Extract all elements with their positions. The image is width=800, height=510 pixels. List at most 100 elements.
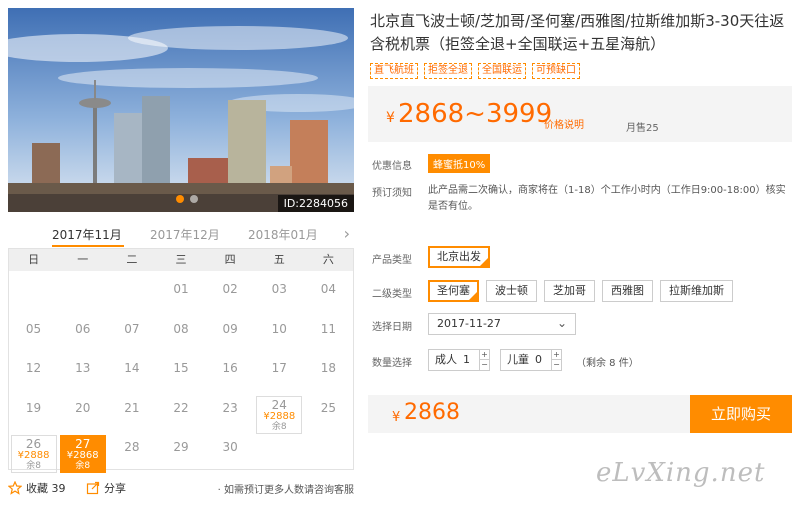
subtype-option-seattle[interactable]: 西雅图 <box>602 280 653 302</box>
child-increment-button[interactable]: + <box>552 350 561 360</box>
month-tab-2017-11[interactable]: 2017年11月 <box>52 226 122 243</box>
favorite-label: 收藏 39 <box>26 482 66 495</box>
share-icon <box>86 481 100 495</box>
calendar-day-number: 19 <box>25 400 42 415</box>
chevron-right-icon[interactable]: › <box>344 224 350 243</box>
calendar-day-19: 19 <box>11 396 57 434</box>
price-note-link[interactable]: 价格说明 <box>544 116 584 131</box>
calendar-day-number: 08 <box>173 321 189 336</box>
bottom-actions: 收藏 39 分享 · 如需预订更多人数请咨询客服 <box>8 478 354 498</box>
child-stepper[interactable]: 儿童 0 + − <box>500 349 562 371</box>
total-price: 2868 <box>404 400 460 425</box>
calendar-day-21: 21 <box>109 396 155 434</box>
calendar-day-number: 26 <box>25 437 42 451</box>
month-tab-2018-01[interactable]: 2018年01月 <box>248 226 318 243</box>
calendar-day-remaining: 余8 <box>26 461 41 471</box>
calendar-day-number: 16 <box>222 361 238 375</box>
carousel-dots <box>176 195 198 203</box>
calendar-day-23: 23 <box>207 396 253 434</box>
calendar-weekday-header: 日 一 二 三 四 五 六 <box>9 249 353 271</box>
favorite-button[interactable]: 收藏 39 <box>8 480 66 496</box>
child-count[interactable]: 0 <box>535 350 542 370</box>
subtype-option-boston[interactable]: 波士顿 <box>486 280 537 302</box>
calendar-day-number: 09 <box>222 321 238 336</box>
calendar-day-remaining: 余8 <box>75 461 91 471</box>
calendar-day-27[interactable]: 27 ¥2868 余8 <box>59 435 106 473</box>
adult-count[interactable]: 1 <box>463 350 470 370</box>
seattle-skyline-image <box>8 8 354 212</box>
month-tab-2017-12[interactable]: 2017年12月 <box>150 226 220 243</box>
adult-increment-button[interactable]: + <box>480 350 489 360</box>
calendar-day-number: 13 <box>75 361 91 375</box>
weekday-sat: 六 <box>322 253 334 266</box>
type-option-beijing[interactable]: 北京出发 <box>428 246 490 268</box>
currency-symbol: ¥ <box>386 110 395 126</box>
star-icon <box>8 481 22 495</box>
calendar: 日 一 二 三 四 五 六 01 02 03 04 05 06 07 08 09 10 11 12 13… <box>8 248 354 473</box>
subtype-option-chicago[interactable]: 芝加哥 <box>544 280 595 302</box>
carousel-dot-2[interactable] <box>190 195 198 203</box>
calendar-day-number: 17 <box>271 361 287 375</box>
calendar-day-number: 21 <box>124 400 140 415</box>
share-label: 分享 <box>104 482 126 495</box>
calendar-day-number: 11 <box>320 321 337 336</box>
calendar-day-number: 03 <box>271 282 287 296</box>
calendar-day-number: 20 <box>75 400 91 415</box>
weekday-fri: 五 <box>273 253 285 266</box>
calendar-day-18: 18 <box>305 356 351 394</box>
calendar-day-number: 14 <box>124 361 140 375</box>
share-button[interactable]: 分享 <box>86 480 126 496</box>
calendar-day-04: 04 <box>305 277 351 315</box>
subtype-option-las-vegas[interactable]: 拉斯维加斯 <box>660 280 733 302</box>
stock-remaining: （剩余 8 件） <box>576 358 639 369</box>
calendar-day-number: 29 <box>173 440 189 454</box>
tag-direct-flight: 直飞航班 <box>370 63 418 79</box>
calendar-day-28: 28 <box>109 435 155 473</box>
calendar-day-13: 13 <box>60 356 106 394</box>
calendar-day-number: 23 <box>222 400 238 415</box>
calendar-day-05: 05 <box>11 317 57 355</box>
promo-label: 优惠信息 <box>372 161 412 172</box>
calendar-day-number: 22 <box>173 400 189 415</box>
date-label: 选择日期 <box>372 322 412 333</box>
total-currency-symbol: ¥ <box>392 410 401 425</box>
calendar-day-number: 25 <box>320 400 337 415</box>
weekday-tue: 二 <box>126 253 138 266</box>
calendar-day-number: 02 <box>222 282 238 296</box>
product-photo: ID:2284056 <box>8 8 354 212</box>
calendar-day-number: 05 <box>25 321 42 336</box>
calendar-day-number: 01 <box>173 282 189 296</box>
calendar-day-price: ¥2888 <box>263 410 296 422</box>
weekday-thu: 四 <box>224 253 236 266</box>
calendar-day-16: 16 <box>207 356 253 394</box>
adult-decrement-button[interactable]: − <box>480 360 489 370</box>
date-select-value: 2017-11-27 <box>437 317 501 330</box>
calendar-day-22: 22 <box>158 396 204 434</box>
date-select[interactable]: 2017-11-27 ⌄ <box>428 313 576 335</box>
calendar-day-17: 17 <box>256 356 302 394</box>
calendar-day-11: 11 <box>305 317 351 355</box>
type-label: 产品类型 <box>372 255 412 266</box>
calendar-day-10: 10 <box>256 317 302 355</box>
calendar-day-remaining: 余8 <box>271 421 287 432</box>
calendar-day-20: 20 <box>60 396 106 434</box>
child-label: 儿童 <box>507 353 529 366</box>
buy-now-button[interactable]: 立即购买 <box>690 395 792 433</box>
calendar-day-03: 03 <box>256 277 302 315</box>
child-decrement-button[interactable]: − <box>552 360 561 370</box>
active-month-underline <box>52 245 124 247</box>
calendar-day-number: 06 <box>75 321 91 336</box>
carousel-dot-1[interactable] <box>176 195 184 203</box>
calendar-day-26[interactable]: 26 ¥2888 余8 <box>10 435 57 473</box>
subtype-option-san-jose[interactable]: 圣何塞 <box>428 280 479 302</box>
calendar-day-02: 02 <box>207 277 253 315</box>
calendar-day-number: 30 <box>222 440 238 454</box>
price-box: ¥ 2868~3999 价格说明 月售25 <box>368 86 792 142</box>
adult-stepper[interactable]: 成人 1 + − <box>428 349 490 371</box>
chevron-down-icon: ⌄ <box>556 316 567 330</box>
notice-text: 此产品需二次确认，商家将在（1-18）个工作小时内（工作日9:00-18:00）… <box>428 185 786 212</box>
calendar-day-price: ¥2868 <box>66 450 99 461</box>
calendar-day-24[interactable]: 24 ¥2888 余8 <box>256 395 303 434</box>
subtype-label: 二级类型 <box>372 289 412 300</box>
calendar-day-number: 04 <box>320 282 337 296</box>
